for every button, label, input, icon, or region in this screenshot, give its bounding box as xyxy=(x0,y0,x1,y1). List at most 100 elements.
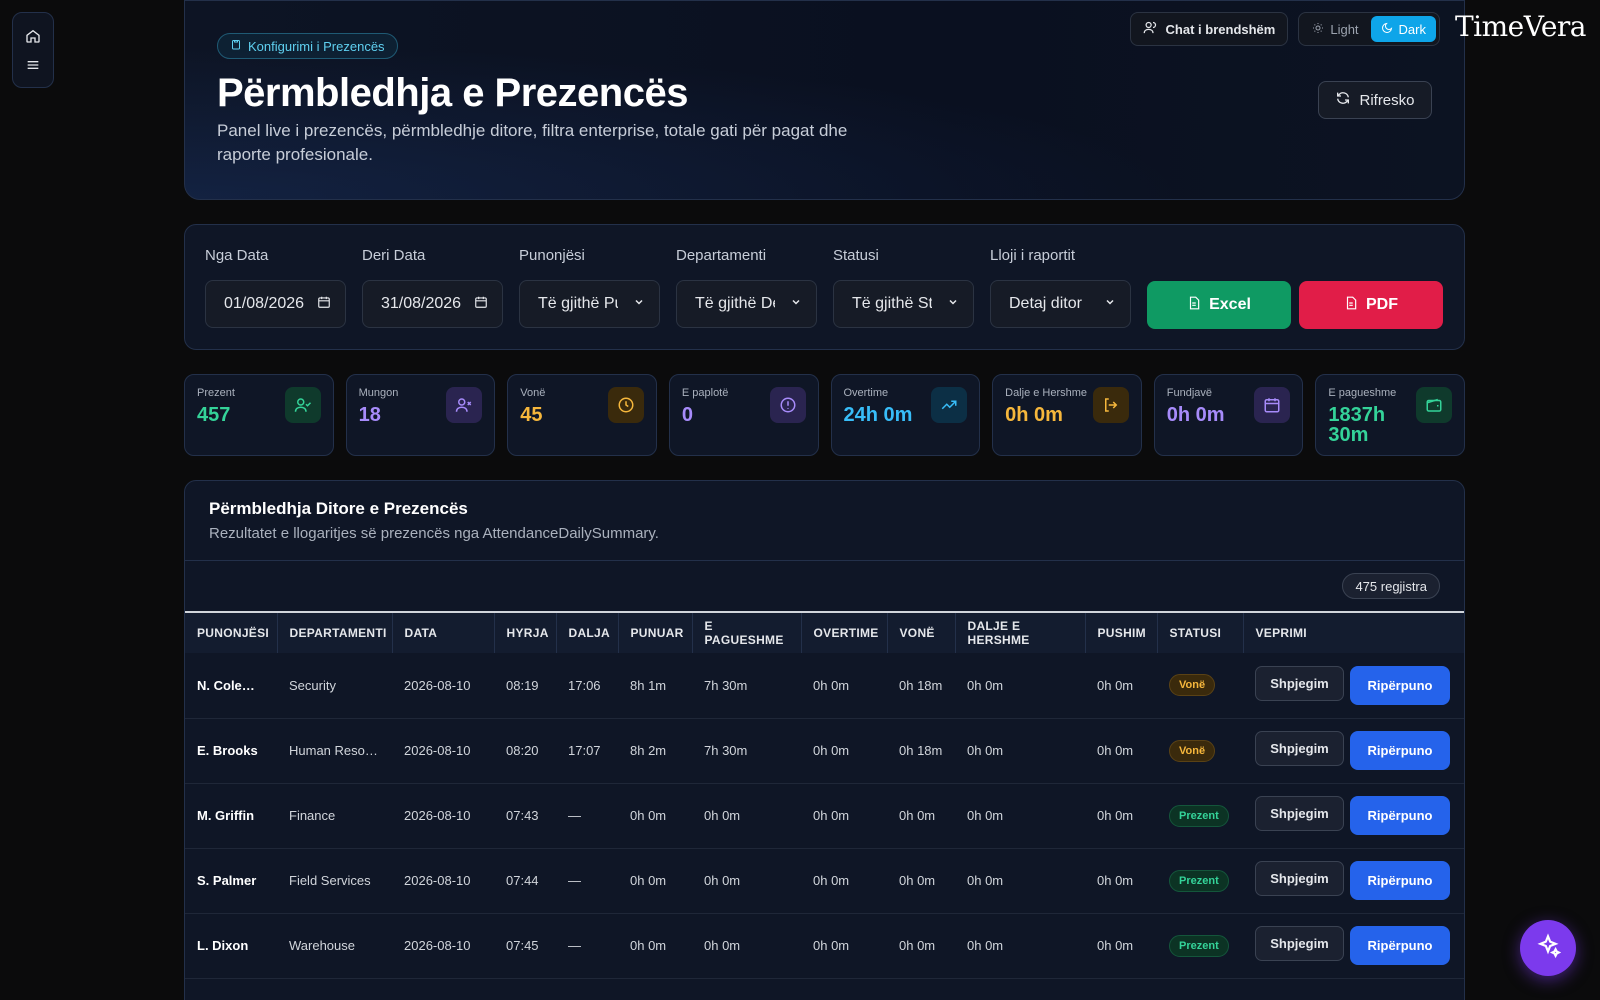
table-row: L. Dixon Warehouse 2026-08-10 07:45 — 0h… xyxy=(185,913,1464,979)
page-description: Panel live i prezencës, përmbledhje dito… xyxy=(217,121,848,164)
explain-button[interactable]: Shpjegim xyxy=(1255,796,1344,831)
status-badge: Vonë xyxy=(1169,739,1216,762)
status-cell: Vonë xyxy=(1157,718,1243,784)
explain-button[interactable]: Shpjegim xyxy=(1255,665,1344,701)
check-out-cell: 17:06 xyxy=(556,653,618,719)
column-header[interactable]: OVERTIME xyxy=(801,613,888,653)
log-out-icon xyxy=(1092,387,1129,423)
department-cell: Field Services xyxy=(277,848,392,914)
report-type-label: Lloji i raportit xyxy=(990,247,1076,264)
overtime-cell: 0h 0m xyxy=(801,848,887,914)
employee-name: M. Griffin xyxy=(185,783,277,849)
excel-export-button[interactable]: Excel xyxy=(1147,281,1291,329)
moon-icon xyxy=(1381,22,1393,37)
column-header[interactable]: PUSHIM xyxy=(1085,613,1158,653)
early-exit-cell: 0h 0m xyxy=(955,848,1085,914)
refresh-label: Rifresko xyxy=(1359,91,1415,109)
table-row: S. Palmer Field Services 2026-08-10 07:4… xyxy=(185,848,1464,914)
department-cell: Security xyxy=(277,653,392,719)
users-icon xyxy=(1143,20,1158,38)
payable-cell: 0h 0m xyxy=(692,783,801,849)
overtime-cell: 0h 0m xyxy=(801,653,887,719)
page-title: Përmbledhja e Prezencës xyxy=(217,71,688,115)
check-out-cell: — xyxy=(556,913,618,979)
check-in-cell: 08:19 xyxy=(494,653,556,719)
reprocess-button[interactable]: Ripërpuno xyxy=(1350,665,1450,705)
employee-filter-group: Punonjësi Të gjithë Punonjësit xyxy=(519,247,660,328)
sun-icon xyxy=(1312,22,1324,37)
stat-card: E pagueshme 1837h 30m xyxy=(1315,374,1465,456)
breadcrumb-label: Konfigurimi i Prezencës xyxy=(248,38,385,54)
card-header: Përmbledhja Ditore e Prezencës Rezultate… xyxy=(185,481,1464,561)
department-cell: Human Resources xyxy=(277,718,392,784)
from-date-input[interactable]: 01/08/2026 xyxy=(205,280,346,328)
breadcrumb[interactable]: Konfigurimi i Prezencës xyxy=(217,33,398,59)
status-badge: Prezent xyxy=(1169,804,1229,827)
stat-card: Mungon 18 xyxy=(345,374,496,456)
reprocess-button[interactable]: Ripërpuno xyxy=(1350,926,1450,965)
employee-name: S. Palmer xyxy=(185,848,277,914)
column-header[interactable]: STATUSI xyxy=(1157,613,1244,653)
from-date-group: Nga Data 01/08/2026 xyxy=(205,247,346,328)
column-header[interactable]: VONË xyxy=(887,613,956,653)
check-in-cell: 07:43 xyxy=(494,783,556,849)
worked-cell: 0h 0m xyxy=(618,783,692,849)
column-header[interactable]: PUNUAR xyxy=(618,613,693,653)
user-x-icon xyxy=(446,387,483,423)
column-header[interactable]: PUNONJËSI xyxy=(185,613,278,653)
check-out-cell: — xyxy=(556,848,618,914)
chat-button[interactable]: Chat i brendshëm xyxy=(1129,12,1289,46)
status-badge: Prezent xyxy=(1169,934,1229,957)
column-header[interactable]: E PAGUESHME xyxy=(692,613,802,653)
chevron-down-icon xyxy=(1104,295,1116,313)
explain-button[interactable]: Shpjegim xyxy=(1255,861,1344,896)
explain-button[interactable]: Shpjegim xyxy=(1255,731,1344,766)
early-exit-cell: 0h 0m xyxy=(955,718,1085,784)
stat-card: Prezent 457 xyxy=(184,374,334,456)
date-cell: 2026-08-10 xyxy=(392,653,494,719)
column-header[interactable]: DALJE E HERSHME xyxy=(955,613,1086,653)
file-spreadsheet-icon xyxy=(1187,295,1201,316)
worked-cell: 8h 2m xyxy=(618,718,692,784)
status-filter-label: Statusi xyxy=(833,247,879,264)
to-date-input[interactable]: 31/08/2026 xyxy=(362,280,503,328)
ai-assistant-button[interactable] xyxy=(1520,920,1576,976)
from-date-label: Nga Data xyxy=(205,247,269,264)
actions-cell: Shpjegim Ripërpuno xyxy=(1243,718,1464,784)
explain-button[interactable]: Shpjegim xyxy=(1255,926,1344,961)
column-header[interactable]: DEPARTAMENTI xyxy=(277,613,393,653)
menu-icon[interactable] xyxy=(24,56,42,74)
chevron-down-icon xyxy=(790,295,802,313)
theme-toggle: Light Dark xyxy=(1298,12,1440,46)
column-header[interactable]: DATA xyxy=(392,613,495,653)
column-header[interactable]: HYRJA xyxy=(494,613,557,653)
check-out-cell: 17:07 xyxy=(556,718,618,784)
clock-icon xyxy=(607,387,644,423)
employee-select[interactable]: Të gjithë Punonjësit xyxy=(519,280,660,328)
payable-cell: 7h 30m xyxy=(692,718,801,784)
reprocess-button[interactable]: Ripërpuno xyxy=(1350,796,1450,835)
chevron-down-icon xyxy=(947,295,959,313)
employee-name: L. Dixon xyxy=(185,913,277,979)
early-exit-cell: 0h 0m xyxy=(955,913,1085,979)
top-controls: Chat i brendshëm Light Dark xyxy=(1129,12,1440,46)
home-icon[interactable] xyxy=(24,27,42,45)
theme-dark-option[interactable]: Dark xyxy=(1370,16,1436,42)
pdf-export-button[interactable]: PDF xyxy=(1299,281,1443,329)
stat-card: Overtime 24h 0m xyxy=(830,374,981,456)
excel-label: Excel xyxy=(1209,296,1251,313)
status-select[interactable]: Të gjithë Statuset xyxy=(833,280,974,328)
report-type-group: Lloji i raportit Detaj ditor xyxy=(990,247,1131,328)
column-header[interactable]: DALJA xyxy=(556,613,619,653)
refresh-button[interactable]: Rifresko xyxy=(1318,81,1432,119)
late-cell: 0h 18m xyxy=(887,653,955,719)
theme-light-option[interactable]: Light xyxy=(1302,16,1368,42)
department-select[interactable]: Të gjithë Departamentet xyxy=(676,280,817,328)
app-logo: TimeVera xyxy=(1454,10,1587,43)
report-type-select[interactable]: Detaj ditor xyxy=(990,280,1131,328)
reprocess-button[interactable]: Ripërpuno xyxy=(1350,731,1450,770)
check-in-cell: 08:20 xyxy=(494,718,556,784)
reprocess-button[interactable]: Ripërpuno xyxy=(1350,861,1450,900)
stat-card: E paplotë 0 xyxy=(668,374,819,456)
worked-cell: 0h 0m xyxy=(618,848,692,914)
